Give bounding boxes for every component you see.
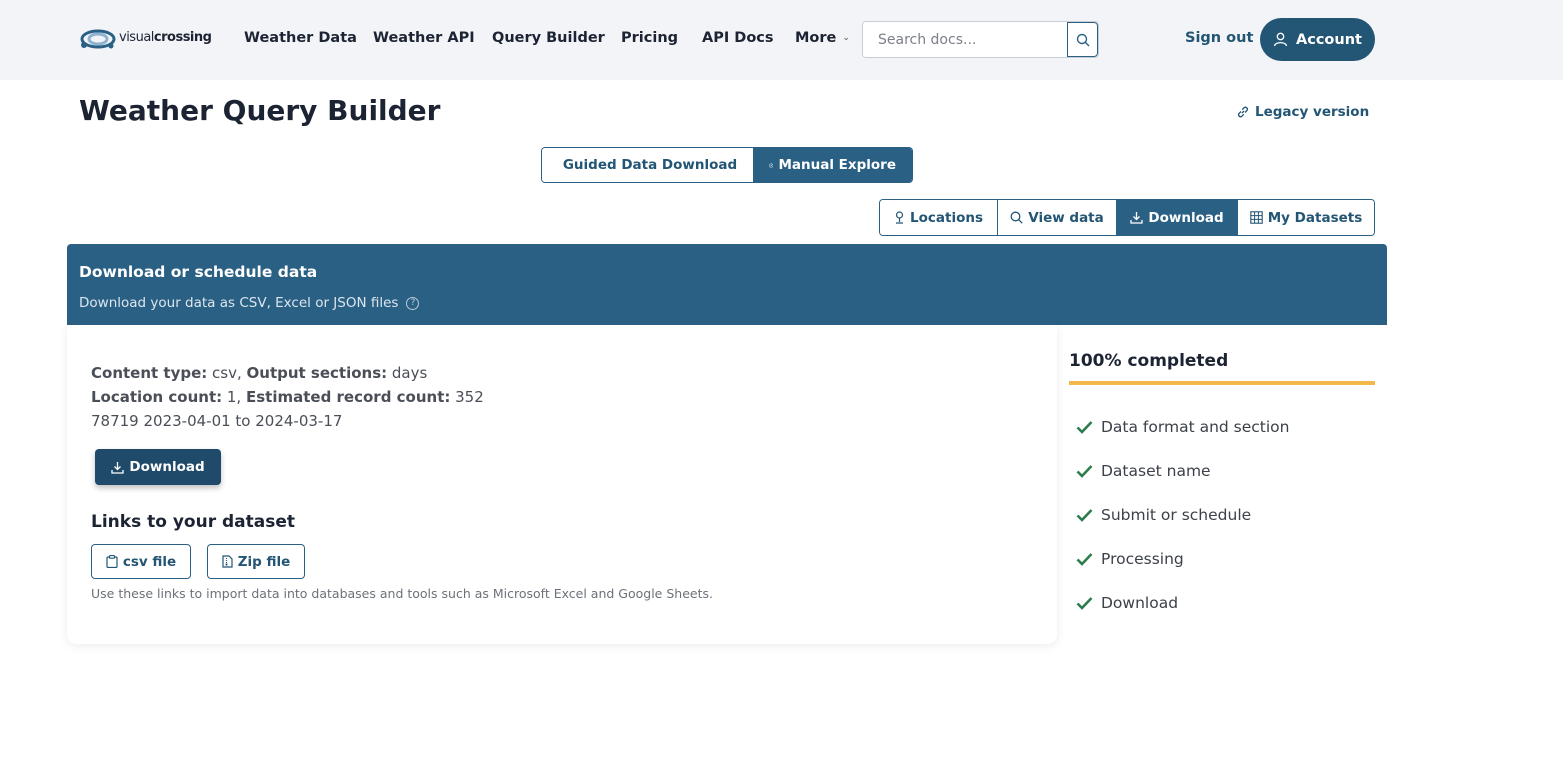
clipboard-icon	[106, 555, 118, 568]
panel-title: Download or schedule data	[79, 263, 318, 281]
progress-step: Download	[1076, 594, 1178, 612]
content-type-label: Content type:	[91, 364, 208, 382]
progress-step: Submit or schedule	[1076, 506, 1251, 524]
logo[interactable]: visualcrossing	[79, 26, 212, 52]
links-title: Links to your dataset	[91, 512, 296, 532]
zip-file-button[interactable]: Zip file	[207, 544, 305, 579]
csv-file-label: csv file	[122, 553, 177, 570]
check-icon	[1076, 465, 1093, 478]
progress-bar	[1069, 381, 1375, 385]
tab-my-datasets[interactable]: My Datasets	[1238, 200, 1374, 235]
mode-toggle: Guided Data Download Manual Explore	[541, 147, 913, 183]
links-note: Use these links to import data into data…	[91, 586, 713, 601]
tab-locations-label: Locations	[910, 209, 983, 226]
search-button[interactable]	[1067, 22, 1098, 57]
nav-more-label: More	[795, 30, 837, 46]
step-tabs: Locations View data Download My Datasets	[879, 199, 1375, 236]
user-icon	[1273, 32, 1288, 47]
output-sections-label: Output sections:	[246, 364, 388, 382]
panel-subtitle-text: Download your data as CSV, Excel or JSON…	[79, 295, 399, 311]
account-label: Account	[1296, 31, 1362, 48]
output-sections-value: days	[387, 364, 428, 382]
nav-query-builder[interactable]: Query Builder	[492, 30, 605, 46]
panel-subtitle: Download your data as CSV, Excel or JSON…	[79, 295, 420, 311]
progress-step: Dataset name	[1076, 462, 1211, 480]
page-title: Weather Query Builder	[79, 94, 441, 127]
progress-step: Processing	[1076, 550, 1184, 568]
search-icon	[1076, 33, 1089, 46]
download-icon	[111, 461, 125, 474]
progress-step-label: Download	[1101, 594, 1179, 612]
legacy-version-label: Legacy version	[1255, 104, 1370, 120]
nav-weather-data[interactable]: Weather Data	[244, 30, 357, 46]
download-panel-header: Download or schedule data Download your …	[67, 244, 1387, 325]
zip-file-label: Zip file	[237, 553, 291, 570]
search-box	[862, 21, 1099, 58]
location-date-range: 78719 2023-04-01 to 2024-03-17	[91, 412, 343, 430]
record-count-value: 352	[450, 388, 484, 406]
tab-view-data-label: View data	[1028, 209, 1104, 226]
progress-bar-fill	[1069, 381, 1375, 385]
progress-title: 100% completed	[1069, 351, 1229, 371]
help-icon[interactable]: ?	[406, 296, 420, 310]
table-icon	[1250, 211, 1263, 224]
content-type-value: csv,	[207, 364, 247, 382]
tab-download[interactable]: Download	[1117, 200, 1238, 235]
csv-file-button[interactable]: csv file	[91, 544, 191, 579]
top-navbar: visualcrossing Weather Data Weather API …	[0, 0, 1563, 80]
content-type-line: Content type: csv, Output sections: days	[91, 364, 427, 382]
download-icon	[1130, 212, 1144, 224]
logo-icon	[80, 29, 116, 49]
account-button[interactable]: Account	[1260, 18, 1375, 61]
progress-step-label: Data format and section	[1101, 418, 1290, 436]
search-input[interactable]	[863, 22, 1067, 57]
logo-text: visualcrossing	[119, 29, 212, 45]
check-icon	[1076, 509, 1093, 522]
location-count-label: Location count:	[91, 388, 223, 406]
tab-my-datasets-label: My Datasets	[1267, 209, 1363, 226]
record-count-label: Estimated record count:	[245, 388, 451, 406]
download-button-label: Download	[129, 459, 205, 475]
chevron-down-icon: ⌄	[842, 33, 850, 43]
nav-weather-api[interactable]: Weather API	[373, 30, 475, 46]
progress-step-label: Submit or schedule	[1101, 506, 1252, 524]
progress-step-label: Dataset name	[1101, 462, 1211, 480]
progress-step: Data format and section	[1076, 418, 1290, 436]
progress-step-label: Processing	[1101, 550, 1184, 568]
tab-download-label: Download	[1148, 209, 1224, 226]
manual-explore-button[interactable]: Manual Explore	[753, 148, 912, 182]
search-icon	[1010, 211, 1023, 224]
nav-api-docs[interactable]: API Docs	[702, 30, 774, 46]
guided-data-download-button[interactable]: Guided Data Download	[542, 148, 753, 182]
location-count-value: 1,	[222, 388, 246, 406]
check-icon	[1076, 553, 1093, 566]
compass-icon	[769, 162, 774, 168]
sign-out-link[interactable]: Sign out	[1185, 30, 1253, 46]
zip-file-icon	[222, 555, 233, 568]
location-count-line: Location count: 1, Estimated record coun…	[91, 388, 484, 406]
map-pin-icon	[895, 211, 904, 224]
tab-locations[interactable]: Locations	[880, 200, 998, 235]
legacy-version-link[interactable]: Legacy version	[1236, 104, 1369, 120]
download-card: Content type: csv, Output sections: days…	[67, 325, 1057, 644]
guided-data-download-label: Guided Data Download	[562, 157, 738, 173]
download-button[interactable]: Download	[95, 449, 221, 485]
check-icon	[1076, 421, 1093, 434]
manual-explore-label: Manual Explore	[778, 157, 896, 173]
nav-pricing[interactable]: Pricing	[621, 30, 678, 46]
nav-more-dropdown[interactable]: More ⌄	[795, 30, 850, 46]
tab-view-data[interactable]: View data	[998, 200, 1117, 235]
check-icon	[1076, 597, 1093, 610]
link-icon	[1237, 106, 1249, 118]
